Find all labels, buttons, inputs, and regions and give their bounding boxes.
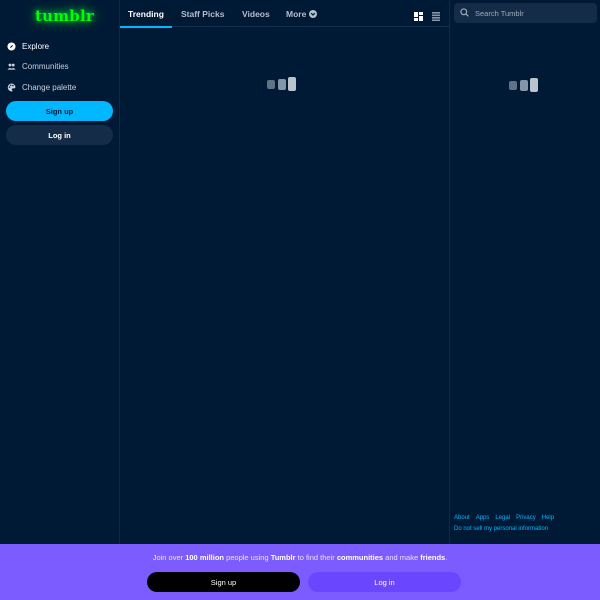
footer-link-privacy[interactable]: Privacy	[516, 515, 536, 521]
app-root: tumblr Explore Communities Change palett…	[0, 0, 600, 600]
grid-view-icon[interactable]	[414, 8, 423, 21]
loader-dot	[509, 80, 517, 90]
footer-link-legal[interactable]: Legal	[495, 515, 510, 521]
main-feed: Trending Staff Picks Videos More	[120, 0, 450, 544]
palette-icon	[7, 83, 16, 92]
list-view-icon[interactable]	[432, 8, 440, 21]
banner-text-part: people using	[223, 553, 271, 562]
loading-indicator	[509, 78, 541, 92]
loader-dot	[267, 79, 275, 89]
footer-link-apps[interactable]: Apps	[476, 515, 490, 521]
banner-text-part: and make	[383, 553, 421, 562]
sidebar-item-communities[interactable]: Communities	[0, 57, 119, 77]
footer-link-help[interactable]: Help	[542, 515, 554, 521]
banner-text-bold: friends	[420, 553, 446, 562]
banner-text-part: to find their	[295, 553, 337, 562]
feed-tabs: Trending Staff Picks Videos More	[120, 0, 450, 28]
banner-signup-button[interactable]: Sign up	[147, 572, 300, 592]
chevron-down-icon	[309, 9, 318, 18]
sidebar-login-button[interactable]: Log in	[6, 125, 113, 145]
search-bar[interactable]	[454, 3, 597, 23]
banner-text: Join over 100 million people using Tumbl…	[0, 553, 600, 562]
search-input[interactable]	[475, 8, 585, 18]
sidebar-item-change-palette[interactable]: Change palette	[0, 77, 119, 97]
banner-text-bold: communities	[336, 553, 384, 562]
banner-text-part: Join over	[152, 553, 186, 562]
footer-link-about[interactable]: About	[454, 515, 470, 521]
tab-staff-picks[interactable]: Staff Picks	[181, 0, 224, 27]
sidebar-item-label: Communities	[22, 62, 69, 71]
sidebar-item-label: Explore	[22, 41, 50, 51]
sidebar-signup-button[interactable]: Sign up	[6, 101, 113, 121]
sidebar-item-explore[interactable]: Explore	[0, 36, 119, 56]
footer-links: About Apps Legal Privacy Help Do not sell my…	[454, 513, 599, 535]
tumblr-logo[interactable]: tumblr	[35, 7, 94, 25]
footer-link-row: About Apps Legal Privacy Help	[454, 513, 599, 524]
banner-login-button[interactable]: Log in	[308, 572, 461, 592]
tab-more[interactable]: More	[286, 0, 318, 27]
signup-banner: Join over 100 million people using Tumbl…	[0, 544, 600, 600]
tab-more-label: More	[286, 8, 307, 19]
search-icon	[460, 4, 469, 22]
banner-text-bold: 100 million	[185, 553, 224, 562]
sidebar-nav: Explore Communities Change palette	[0, 36, 119, 98]
banner-text-part: .	[445, 553, 448, 562]
left-sidebar: tumblr Explore Communities Change palett…	[0, 0, 120, 544]
people-icon	[7, 62, 16, 71]
right-sidebar: About Apps Legal Privacy Help Do not sell my…	[451, 0, 600, 544]
tab-trending[interactable]: Trending	[120, 0, 172, 28]
loader-dot	[277, 78, 286, 90]
loader-dot	[288, 77, 296, 91]
banner-text-bold: Tumblr	[270, 553, 296, 562]
footer-link-row: Do not sell my personal information	[454, 524, 599, 535]
sidebar-item-label: Change palette	[22, 82, 77, 92]
tab-videos[interactable]: Videos	[242, 0, 270, 27]
compass-icon	[7, 41, 16, 51]
footer-link-do-not-sell[interactable]: Do not sell my personal information	[454, 526, 548, 532]
loader-dot	[530, 78, 538, 92]
loader-dot	[519, 79, 528, 91]
loading-indicator	[267, 77, 299, 91]
